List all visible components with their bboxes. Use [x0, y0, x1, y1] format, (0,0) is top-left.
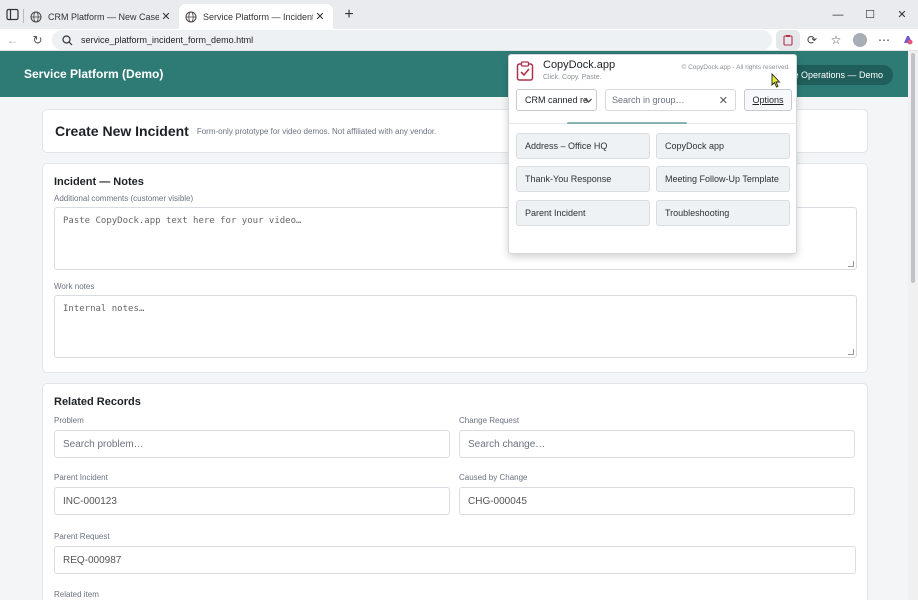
group-search-input[interactable]: Search in group… ✕ [605, 89, 736, 111]
snippet-button[interactable]: CopyDock app [656, 133, 790, 159]
close-tab-icon[interactable]: ✕ [313, 10, 327, 23]
tab-actions-icon [5, 8, 19, 21]
problem-group: Problem Search problem… [54, 416, 450, 458]
tab-title: Service Platform — Incident Form [203, 11, 313, 22]
toolbar-icons: ⟳ ☆ ⋯ [776, 30, 918, 50]
caused-by-change-label: Caused by Change [459, 473, 528, 482]
parent-incident-label: Parent Incident [54, 473, 108, 482]
copilot-icon[interactable] [896, 30, 918, 50]
search-icon [62, 34, 73, 45]
work-notes-label: Work notes [54, 282, 95, 291]
page-subtitle: Form-only prototype for video demos. Not… [196, 126, 437, 136]
globe-icon [185, 11, 197, 22]
scrollbar-thumb[interactable] [911, 53, 915, 283]
minimize-icon[interactable]: — [822, 9, 854, 21]
tab-strip: CRM Platform — New Case/Lead ✕ Service P… [0, 0, 918, 29]
clipboard-check-icon [516, 61, 534, 81]
reload-icon[interactable]: ↻ [25, 33, 50, 47]
close-window-icon[interactable]: ✕ [886, 8, 918, 21]
close-tab-icon[interactable]: ✕ [159, 10, 173, 23]
caused-by-change-input[interactable]: CHG-000045 [459, 487, 855, 515]
tab-service-platform[interactable]: Service Platform — Incident Form ✕ [179, 4, 333, 29]
problem-input[interactable]: Search problem… [54, 430, 450, 458]
caused-by-change-group: Caused by Change CHG-000045 [459, 473, 855, 515]
copydock-extension-icon[interactable] [776, 30, 800, 50]
snippet-button[interactable]: Thank-You Response [516, 166, 650, 192]
tab-actions-button[interactable] [1, 0, 23, 29]
options-button[interactable]: Options [744, 89, 792, 111]
profile-avatar[interactable] [848, 30, 872, 50]
page-title: Create New Incident [55, 123, 189, 139]
group-select-value: CRM canned re [525, 95, 589, 105]
vertical-scrollbar[interactable] [908, 51, 918, 600]
parent-incident-group: Parent Incident INC-000123 [54, 473, 450, 515]
snippet-button[interactable]: Address – Office HQ [516, 133, 650, 159]
chevron-down-icon [585, 98, 592, 103]
favorites-icon[interactable]: ☆ [824, 30, 848, 50]
clear-search-icon[interactable]: ✕ [719, 94, 728, 107]
app-title: Service Platform (Demo) [24, 67, 164, 81]
back-icon[interactable]: ← [0, 33, 25, 47]
popup-app-name: CopyDock.app [543, 59, 616, 71]
copydock-popup: CopyDock.app Click. Copy. Paste. © CopyD… [508, 54, 798, 254]
popup-header: CopyDock.app Click. Copy. Paste. © CopyD… [509, 55, 798, 89]
change-request-label: Change Request [459, 416, 520, 425]
related-item-group: Related item [54, 590, 99, 599]
snippet-button[interactable]: Meeting Follow-Up Template [656, 166, 790, 192]
parent-request-label: Parent Request [54, 532, 110, 541]
tab-crm-platform[interactable]: CRM Platform — New Case/Lead ✕ [24, 4, 179, 29]
problem-label: Problem [54, 416, 84, 425]
related-heading: Related Records [54, 396, 141, 408]
work-notes-field[interactable]: Internal notes… [54, 295, 857, 358]
group-select[interactable]: CRM canned re [516, 89, 597, 111]
url-field[interactable]: service_platform_incident_form_demo.html [52, 30, 772, 50]
parent-request-group: Parent Request REQ-000987 [54, 532, 856, 574]
popup-tagline: Click. Copy. Paste. [543, 74, 602, 81]
mouse-cursor-icon [771, 73, 781, 88]
url-text: service_platform_incident_form_demo.html [81, 35, 254, 45]
address-bar: ← ↻ service_platform_incident_form_demo.… [0, 29, 918, 51]
popup-toolbar: CRM canned re Search in group… ✕ Options [516, 89, 792, 111]
globe-icon [30, 11, 42, 22]
related-records-card: Related Records Problem Search problem… … [42, 383, 868, 600]
tab-title: CRM Platform — New Case/Lead [48, 11, 159, 22]
snippet-button[interactable]: Troubleshooting [656, 200, 790, 226]
change-request-input[interactable]: Search change… [459, 430, 855, 458]
group-search-placeholder: Search in group… [612, 95, 685, 105]
maximize-icon[interactable]: ☐ [854, 8, 886, 21]
parent-incident-input[interactable]: INC-000123 [54, 487, 450, 515]
change-request-group: Change Request Search change… [459, 416, 855, 458]
snippet-button[interactable]: Parent Incident [516, 200, 650, 226]
window-controls: — ☐ ✕ [822, 0, 918, 29]
popup-copyright: © CopyDock.app - All rights reserved. [681, 64, 790, 71]
refresh-extension-icon[interactable]: ⟳ [800, 30, 824, 50]
more-menu-icon[interactable]: ⋯ [872, 30, 896, 50]
new-tab-button[interactable]: + [337, 6, 361, 24]
popup-loading-bar [567, 122, 687, 124]
related-item-label: Related item [54, 590, 99, 599]
parent-request-input[interactable]: REQ-000987 [54, 546, 856, 574]
